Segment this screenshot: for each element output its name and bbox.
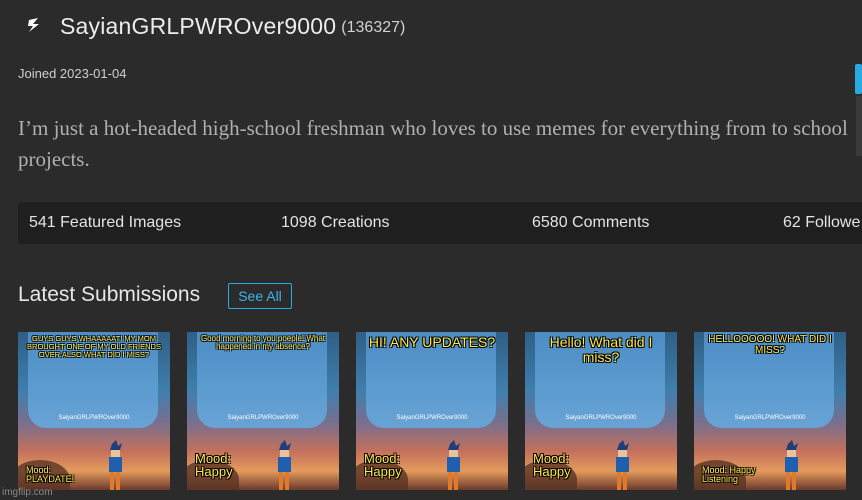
submission-thumbnail[interactable]: GUYS GUYS WHAAAAAT! MY MOM BROUGHT ONE O… [18, 332, 170, 490]
character-figure-icon [109, 440, 122, 490]
avatar[interactable] [18, 10, 50, 42]
thumbnail-handle: SaiyanGRLPWROver9000 [227, 415, 299, 421]
scrollbar-thumb[interactable] [855, 64, 862, 94]
submission-thumbnail[interactable]: HI! ANY UPDATES? SaiyanGRLPWROver9000 Mo… [356, 332, 508, 490]
username[interactable]: SayianGRLPWROver9000 [60, 13, 336, 40]
character-figure-icon [278, 440, 291, 490]
stat-creations[interactable]: 1098 Creations [281, 214, 390, 232]
character-figure-icon [785, 440, 798, 490]
user-points: (136327) [341, 19, 406, 36]
see-all-button[interactable]: See All [228, 283, 292, 309]
scrollbar-track[interactable] [856, 96, 862, 156]
submission-thumbnail[interactable]: Good morning to you poeple! What happene… [187, 332, 339, 490]
character-figure-icon [447, 440, 460, 490]
thumbnail-mood: Mood: Happy Listening [702, 465, 756, 484]
stat-featured-images[interactable]: 541 Featured Images [29, 214, 181, 232]
thumbnail-handle: SaiyanGRLPWROver9000 [734, 415, 806, 421]
stat-comments[interactable]: 6580 Comments [532, 214, 649, 232]
thumbnail-caption: Hello! What did I miss? [549, 334, 653, 365]
joined-date: Joined 2023-01-04 [18, 66, 127, 81]
imgflip-watermark: imgflip.com [2, 487, 53, 498]
profile-bio: I’m just a hot-headed high-school freshm… [18, 116, 848, 171]
latest-submissions-title: Latest Submissions [18, 283, 201, 306]
thumbnail-caption: HELLOOOOO! WHAT DID I MISS? [708, 334, 832, 356]
profile-page: SayianGRLPWROver9000 (136327) Joined 202… [0, 0, 862, 500]
submission-thumbnail[interactable]: Hello! What did I miss? SaiyanGRLPWROver… [525, 332, 677, 490]
thumbnail-mood: Mood: Happy [364, 451, 402, 479]
thumbnail-mood: Mood: Happy [533, 451, 571, 479]
stat-followers[interactable]: 62 Followe [783, 214, 860, 232]
submission-thumbnail[interactable]: HELLOOOOO! WHAT DID I MISS? SaiyanGRLPWR… [694, 332, 846, 490]
lightning-bolt-icon [28, 18, 39, 32]
thumbnail-caption: Good morning to you poeple! What happene… [200, 334, 326, 352]
stats-bar: 541 Featured Images 1098 Creations 6580 … [18, 202, 862, 244]
thumbnail-mood: Mood: PLAYDATE! [26, 465, 75, 484]
profile-header: SayianGRLPWROver9000 (136327) [18, 10, 405, 42]
thumbnail-mood: Mood: Happy [195, 451, 233, 479]
thumbnail-handle: SaiyanGRLPWROver9000 [565, 415, 637, 421]
thumbnail-handle: SaiyanGRLPWROver9000 [396, 415, 468, 421]
thumbnail-caption: GUYS GUYS WHAAAAAT! MY MOM BROUGHT ONE O… [27, 334, 161, 359]
thumbnail-caption: HI! ANY UPDATES? [368, 334, 496, 350]
character-figure-icon [616, 440, 629, 490]
thumbnail-handle: SaiyanGRLPWROver9000 [58, 415, 130, 421]
